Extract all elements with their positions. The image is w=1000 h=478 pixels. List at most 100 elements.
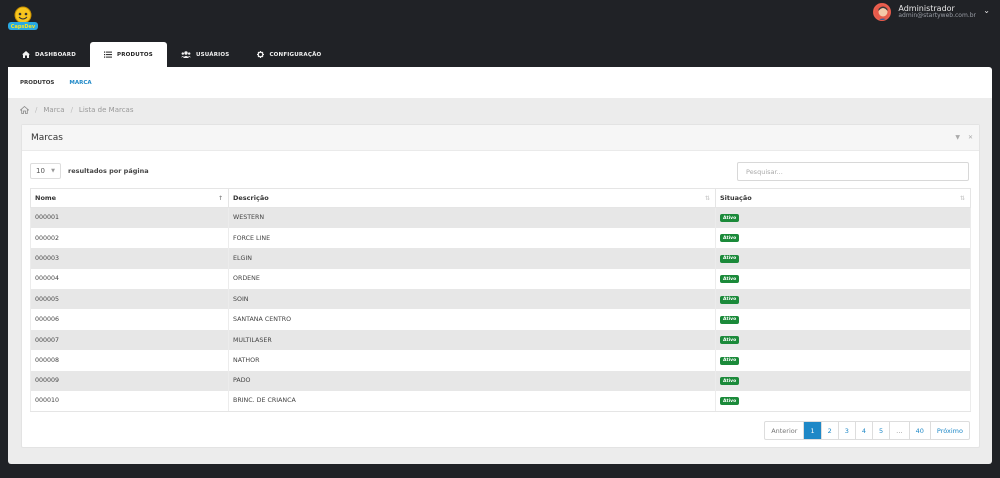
cell-descricao: ELGIN — [228, 248, 716, 269]
tab-usuarios[interactable]: USUÁRIOS — [167, 42, 244, 67]
table-row[interactable]: 000003 ELGIN Ativo — [30, 248, 971, 269]
cell-nome: 000005 — [30, 289, 229, 310]
panel-header: Marcas ▼ ✕ — [22, 125, 979, 151]
cell-situacao: Ativo — [715, 370, 971, 392]
cell-descricao: SANTANA CENTRO — [228, 309, 716, 330]
subnav-item-produtos[interactable]: PRODUTOS — [20, 80, 54, 86]
cell-nome: 000001 — [30, 207, 229, 228]
user-menu[interactable]: Administrador admin@startyweb.com.br ⌄ — [873, 3, 990, 21]
table-row[interactable]: 000005 SOIN Ativo — [30, 289, 971, 310]
chevron-down-icon[interactable]: ⌄ — [983, 6, 990, 15]
cell-descricao: ORDENE — [228, 268, 716, 290]
cell-situacao: Ativo — [715, 391, 971, 412]
tab-produtos[interactable]: PRODUTOS — [89, 42, 167, 67]
sort-icon: ⇅ — [704, 195, 710, 202]
status-badge: Ativo — [720, 356, 740, 365]
collapse-icon[interactable]: ▼ — [955, 134, 960, 141]
page-length-value: 10 — [36, 167, 45, 175]
page-length-label: resultados por página — [68, 167, 149, 175]
cell-situacao: Ativo — [715, 350, 971, 371]
status-badge: Ativo — [720, 234, 740, 243]
cell-nome: 000010 — [30, 391, 229, 412]
cell-nome: 000009 — [30, 370, 229, 392]
pagination-page-3[interactable]: 3 — [837, 422, 855, 439]
status-badge: Ativo — [720, 377, 740, 386]
cell-descricao: NATHOR — [228, 350, 716, 371]
status-badge: Ativo — [720, 214, 740, 223]
tab-label: USUÁRIOS — [195, 51, 230, 58]
table-row[interactable]: 000009 PADO Ativo — [30, 370, 971, 392]
cell-situacao: Ativo — [715, 309, 971, 330]
panel-title: Marcas — [31, 132, 63, 143]
column-header-situacao[interactable]: Situação ⇅ — [715, 188, 971, 208]
pagination: Anterior 1 2 3 4 5 … 40 Próximo — [764, 421, 970, 440]
main-nav: DASHBOARD PRODUTOS USUÁRIOS CONFIGURAÇÃO — [8, 42, 335, 67]
search-input[interactable] — [737, 162, 969, 181]
table-row[interactable]: 000001 WESTERN Ativo — [30, 207, 971, 228]
avatar — [873, 3, 892, 21]
users-icon — [180, 51, 191, 58]
cell-nome: 000004 — [30, 268, 229, 290]
cell-situacao: Ativo — [715, 227, 971, 249]
status-badge: Ativo — [720, 295, 740, 304]
cell-nome: 000003 — [30, 248, 229, 269]
status-badge: Ativo — [720, 397, 740, 406]
cell-descricao: MULTILASER — [228, 329, 716, 351]
home-icon — [22, 51, 30, 58]
status-badge: Ativo — [720, 315, 740, 324]
app-logo[interactable]: CapsDev — [6, 5, 40, 32]
pagination-ellipsis: … — [889, 422, 909, 439]
svg-text:CapsDev: CapsDev — [11, 24, 36, 30]
table-row[interactable]: 000004 ORDENE Ativo — [30, 268, 971, 290]
sub-nav: PRODUTOS MARCA — [8, 67, 992, 98]
list-icon — [103, 51, 112, 58]
close-icon[interactable]: ✕ — [968, 134, 973, 141]
sort-asc-icon: ↑ — [217, 195, 223, 202]
cell-situacao: Ativo — [715, 289, 971, 310]
status-badge: Ativo — [720, 254, 740, 263]
tab-configuracao[interactable]: CONFIGURAÇÃO — [243, 42, 335, 67]
cell-descricao: PADO — [228, 370, 716, 392]
subnav-item-marca[interactable]: MARCA — [69, 80, 91, 86]
main-content: / Marca / Lista de Marcas Marcas ▼ ✕ 10 … — [8, 98, 992, 464]
cell-nome: 000007 — [30, 329, 229, 351]
cell-situacao: Ativo — [715, 248, 971, 269]
table-row[interactable]: 000008 NATHOR Ativo — [30, 350, 971, 371]
pagination-page-1[interactable]: 1 — [803, 422, 821, 439]
breadcrumb-item-marca[interactable]: Marca — [43, 106, 64, 114]
page-length-select[interactable]: 10 ▼ — [30, 163, 61, 179]
cell-descricao: SOIN — [228, 289, 716, 310]
table-row[interactable]: 000002 FORCE LINE Ativo — [30, 227, 971, 249]
table-row[interactable]: 000007 MULTILASER Ativo — [30, 329, 971, 351]
cell-nome: 000002 — [30, 227, 229, 249]
marcas-table: Nome ↑ Descrição ⇅ Situação ⇅ 000001 WESTER… — [30, 188, 971, 412]
table-controls: 10 ▼ resultados por página — [30, 163, 149, 179]
breadcrumb-item-lista: Lista de Marcas — [78, 106, 134, 114]
pagination-next[interactable]: Próximo — [929, 422, 969, 439]
chevron-down-icon: ▼ — [51, 168, 55, 174]
table-row[interactable]: 000010 BRINC. DE CRIANCA Ativo — [30, 391, 971, 412]
tab-dashboard[interactable]: DASHBOARD — [8, 42, 90, 67]
status-badge: Ativo — [720, 275, 740, 284]
cell-situacao: Ativo — [715, 207, 971, 228]
cell-nome: 000006 — [30, 309, 229, 330]
pagination-page-5[interactable]: 5 — [872, 422, 889, 439]
top-bar: CapsDev Administrador admin@startyweb.co… — [0, 0, 1000, 40]
cell-descricao: BRINC. DE CRIANCA — [228, 391, 716, 412]
cell-situacao: Ativo — [715, 268, 971, 290]
column-header-descricao[interactable]: Descrição ⇅ — [228, 188, 716, 208]
tab-label: DASHBOARD — [35, 51, 76, 58]
column-header-nome[interactable]: Nome ↑ — [30, 188, 229, 208]
user-email: admin@startyweb.com.br — [898, 12, 976, 19]
user-name: Administrador — [898, 4, 955, 13]
pagination-page-4[interactable]: 4 — [854, 422, 872, 439]
cell-descricao: FORCE LINE — [228, 227, 716, 249]
pagination-page-2[interactable]: 2 — [820, 422, 838, 439]
marcas-panel: Marcas ▼ ✕ 10 ▼ resultados por página No… — [21, 124, 980, 448]
home-icon[interactable] — [20, 106, 29, 114]
status-badge: Ativo — [720, 336, 740, 345]
pagination-page-40[interactable]: 40 — [908, 422, 930, 439]
table-row[interactable]: 000006 SANTANA CENTRO Ativo — [30, 309, 971, 330]
tab-label: CONFIGURAÇÃO — [269, 51, 322, 58]
pagination-prev[interactable]: Anterior — [765, 422, 803, 439]
